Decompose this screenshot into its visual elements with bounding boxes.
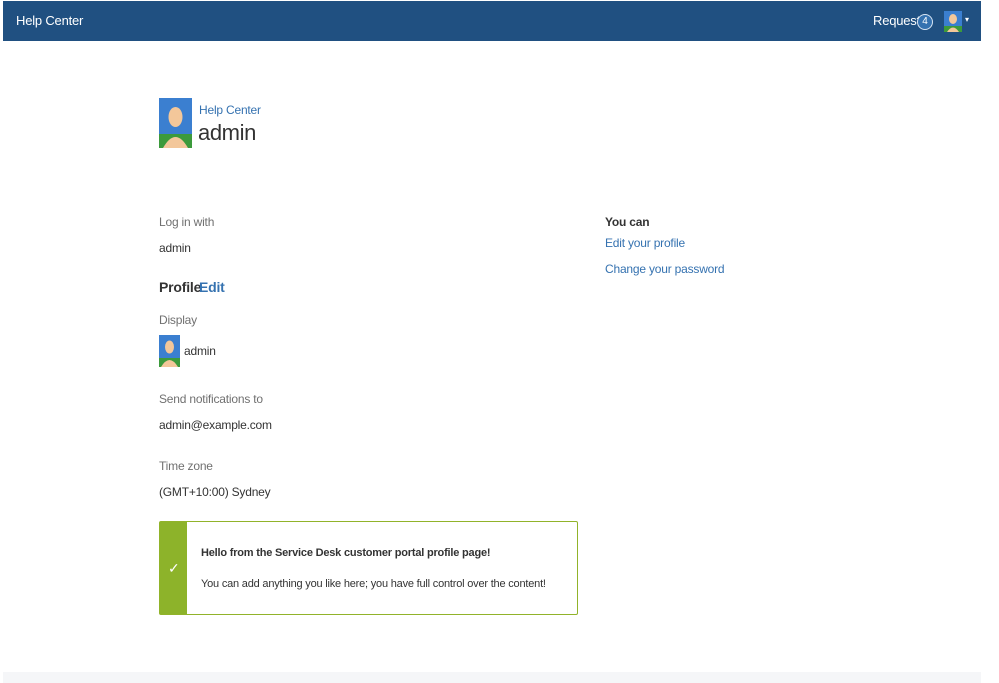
timezone-value: (GMT+10:00) Sydney <box>159 485 271 499</box>
change-password-link[interactable]: Change your password <box>605 262 725 276</box>
user-avatar-icon <box>159 98 192 148</box>
footer <box>3 672 981 683</box>
timezone-label: Time zone <box>159 459 213 473</box>
login-label: Log in with <box>159 215 215 229</box>
notifications-email: admin@example.com <box>159 418 272 432</box>
profile-edit-link[interactable]: Edit <box>199 279 225 295</box>
user-avatar-icon[interactable] <box>944 11 962 32</box>
top-navigation-bar: Help Center Requests 4 ▾ <box>3 1 981 41</box>
message-title: Hello from the Service Desk customer por… <box>201 547 491 559</box>
edit-profile-link[interactable]: Edit your profile <box>605 236 685 250</box>
success-message: ✓ Hello from the Service Desk customer p… <box>159 521 578 615</box>
you-can-heading: You can <box>605 215 650 229</box>
profile-heading: Profile <box>159 279 202 295</box>
display-name: admin <box>184 344 216 358</box>
notifications-label: Send notifications to <box>159 392 263 406</box>
display-label: Display <box>159 313 197 327</box>
requests-count-badge[interactable]: 4 <box>917 14 933 30</box>
check-icon: ✓ <box>168 560 180 576</box>
success-bar: ✓ <box>160 522 187 614</box>
user-avatar-icon <box>159 335 180 367</box>
message-body: You can add anything you like here; you … <box>201 578 546 590</box>
page-title: admin <box>198 120 256 145</box>
login-value: admin <box>159 241 191 255</box>
chevron-down-icon[interactable]: ▾ <box>965 15 969 24</box>
breadcrumb-help-center[interactable]: Help Center <box>199 103 261 117</box>
help-center-home-link[interactable]: Help Center <box>16 13 83 28</box>
